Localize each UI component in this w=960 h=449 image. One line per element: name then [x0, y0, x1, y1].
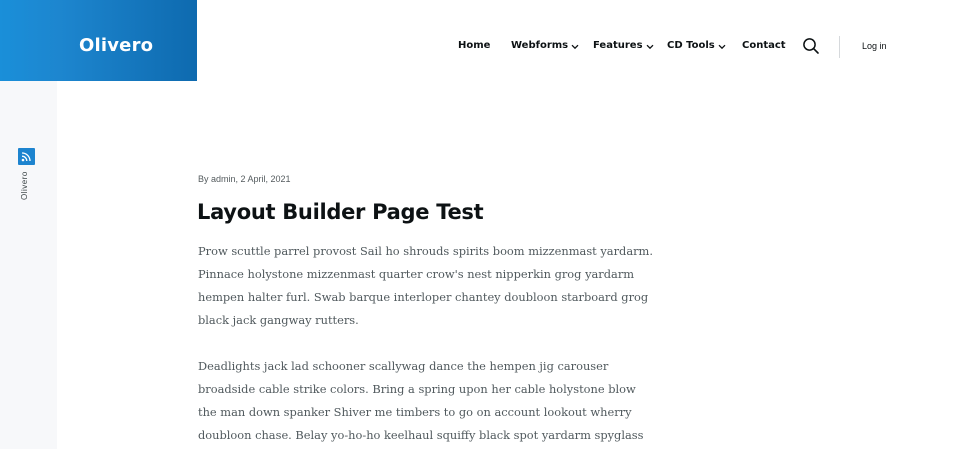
nav-item-label: CD Tools: [667, 40, 715, 51]
chevron-down-icon[interactable]: [718, 44, 726, 50]
nav-item-webforms[interactable]: Webforms: [511, 38, 579, 54]
nav-item-cd-tools[interactable]: CD Tools: [667, 38, 726, 54]
header-divider: [839, 36, 840, 58]
nav-item-label: Features: [593, 40, 643, 51]
nav-item-label: Home: [458, 40, 491, 51]
article-paragraph: Deadlights jack lad schooner scallywag d…: [198, 359, 644, 442]
article-byline: By admin, 2 April, 2021: [198, 174, 291, 184]
nav-item-label: Webforms: [511, 40, 569, 51]
rss-icon[interactable]: [18, 148, 35, 165]
login-link[interactable]: Log in: [862, 40, 887, 52]
search-icon: [803, 38, 819, 54]
chevron-down-icon[interactable]: [571, 44, 579, 50]
nav-item-label: Contact: [742, 40, 786, 51]
nav-item-home[interactable]: Home: [458, 38, 490, 54]
article-paragraph: Prow scuttle parrel provost Sail ho shro…: [198, 244, 653, 327]
search-button[interactable]: [802, 37, 820, 55]
page-title: Layout Builder Page Test: [197, 200, 484, 224]
chevron-down-icon[interactable]: [646, 44, 654, 50]
nav-item-features[interactable]: Features: [593, 38, 654, 54]
rss-glyph: [21, 152, 31, 162]
site-branding: Olivero: [0, 0, 197, 81]
rail-site-label: Olivero: [20, 171, 29, 200]
nav-item-contact[interactable]: Contact: [742, 38, 786, 54]
site-name-link[interactable]: Olivero: [79, 35, 153, 57]
